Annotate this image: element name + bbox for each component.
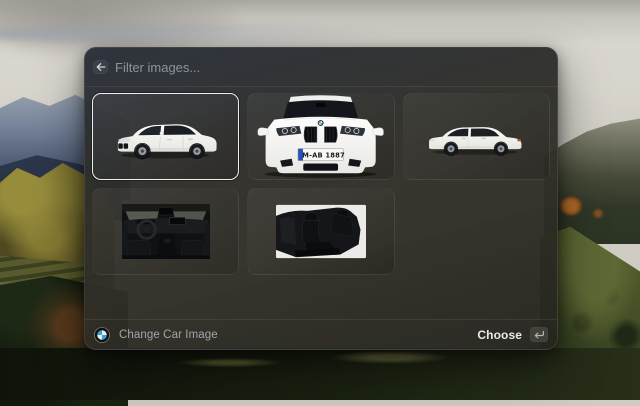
image-grid: M-AB 1887 [85, 87, 557, 281]
car-front-image: M-AB 1887 [248, 94, 393, 179]
car-front-quarter-image [113, 112, 219, 161]
license-plate-text: M-AB 1887 [303, 152, 346, 160]
wallpaper-forest-bottom [0, 348, 640, 400]
bmw-roundel-icon [94, 327, 110, 343]
filter-images-input[interactable] [115, 60, 549, 75]
choose-button[interactable]: Choose [477, 327, 548, 342]
car-interior-seats-image [276, 204, 366, 259]
wallpaper-autumn-tree [592, 209, 604, 218]
image-option-interior-seats[interactable] [247, 188, 394, 275]
image-option-interior-dashboard[interactable] [92, 188, 239, 275]
return-key-icon [533, 330, 545, 340]
filter-images-dialog: M-AB 1887 [84, 47, 558, 350]
footer-context-label: Change Car Image [119, 329, 218, 341]
dialog-header [85, 48, 557, 87]
back-button[interactable] [93, 60, 108, 74]
image-option-front-quarter[interactable] [92, 93, 239, 180]
dialog-footer: Change Car Image Choose [85, 319, 557, 349]
image-option-front[interactable]: M-AB 1887 [247, 93, 394, 180]
screen: { "dialog": { "search": { "placeholder":… [0, 0, 640, 400]
arrow-left-icon [96, 62, 106, 72]
car-side-image [426, 117, 526, 157]
image-option-side[interactable] [403, 93, 550, 180]
choose-label: Choose [477, 328, 522, 342]
return-keycap [530, 327, 548, 342]
wallpaper-autumn-tree [560, 197, 582, 215]
car-interior-dashboard-image [122, 204, 210, 259]
